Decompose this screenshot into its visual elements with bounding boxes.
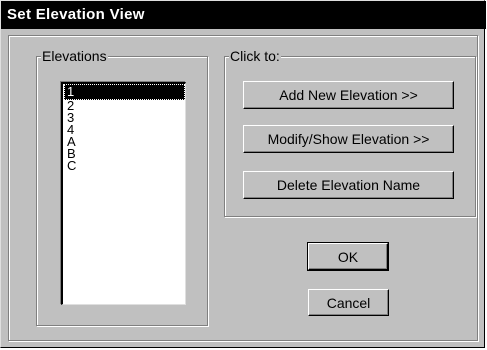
title-bar[interactable]: Set Elevation View — [1, 1, 486, 29]
list-item-2[interactable]: 2 — [64, 99, 185, 112]
delete-elevation-name-button[interactable]: Delete Elevation Name — [243, 171, 454, 199]
add-new-elevation-label: Add New Elevation >> — [279, 87, 418, 103]
list-item-b[interactable]: B — [64, 147, 185, 160]
ok-label: OK — [337, 248, 359, 265]
window-title: Set Elevation View — [7, 6, 145, 23]
click-to-group-label: Click to: — [229, 48, 281, 64]
delete-elevation-name-label: Delete Elevation Name — [276, 177, 421, 193]
list-item-4[interactable]: 4 — [64, 123, 185, 136]
set-elevation-view-dialog: Set Elevation View Elevations 1 2 3 4 A … — [0, 0, 486, 348]
ok-button[interactable]: OK — [307, 242, 389, 271]
modify-show-elevation-button[interactable]: Modify/Show Elevation >> — [243, 125, 454, 153]
elevations-group-label: Elevations — [41, 48, 108, 64]
modify-show-elevation-label: Modify/Show Elevation >> — [267, 131, 430, 147]
list-item-1[interactable]: 1 — [64, 84, 185, 100]
list-item-3[interactable]: 3 — [64, 111, 185, 124]
cancel-button[interactable]: Cancel — [308, 289, 389, 316]
list-item-c[interactable]: C — [64, 159, 185, 172]
add-new-elevation-button[interactable]: Add New Elevation >> — [243, 81, 454, 109]
cancel-label: Cancel — [326, 294, 371, 311]
list-item-a[interactable]: A — [64, 135, 185, 148]
elevations-listbox[interactable]: 1 2 3 4 A B C — [61, 82, 186, 305]
